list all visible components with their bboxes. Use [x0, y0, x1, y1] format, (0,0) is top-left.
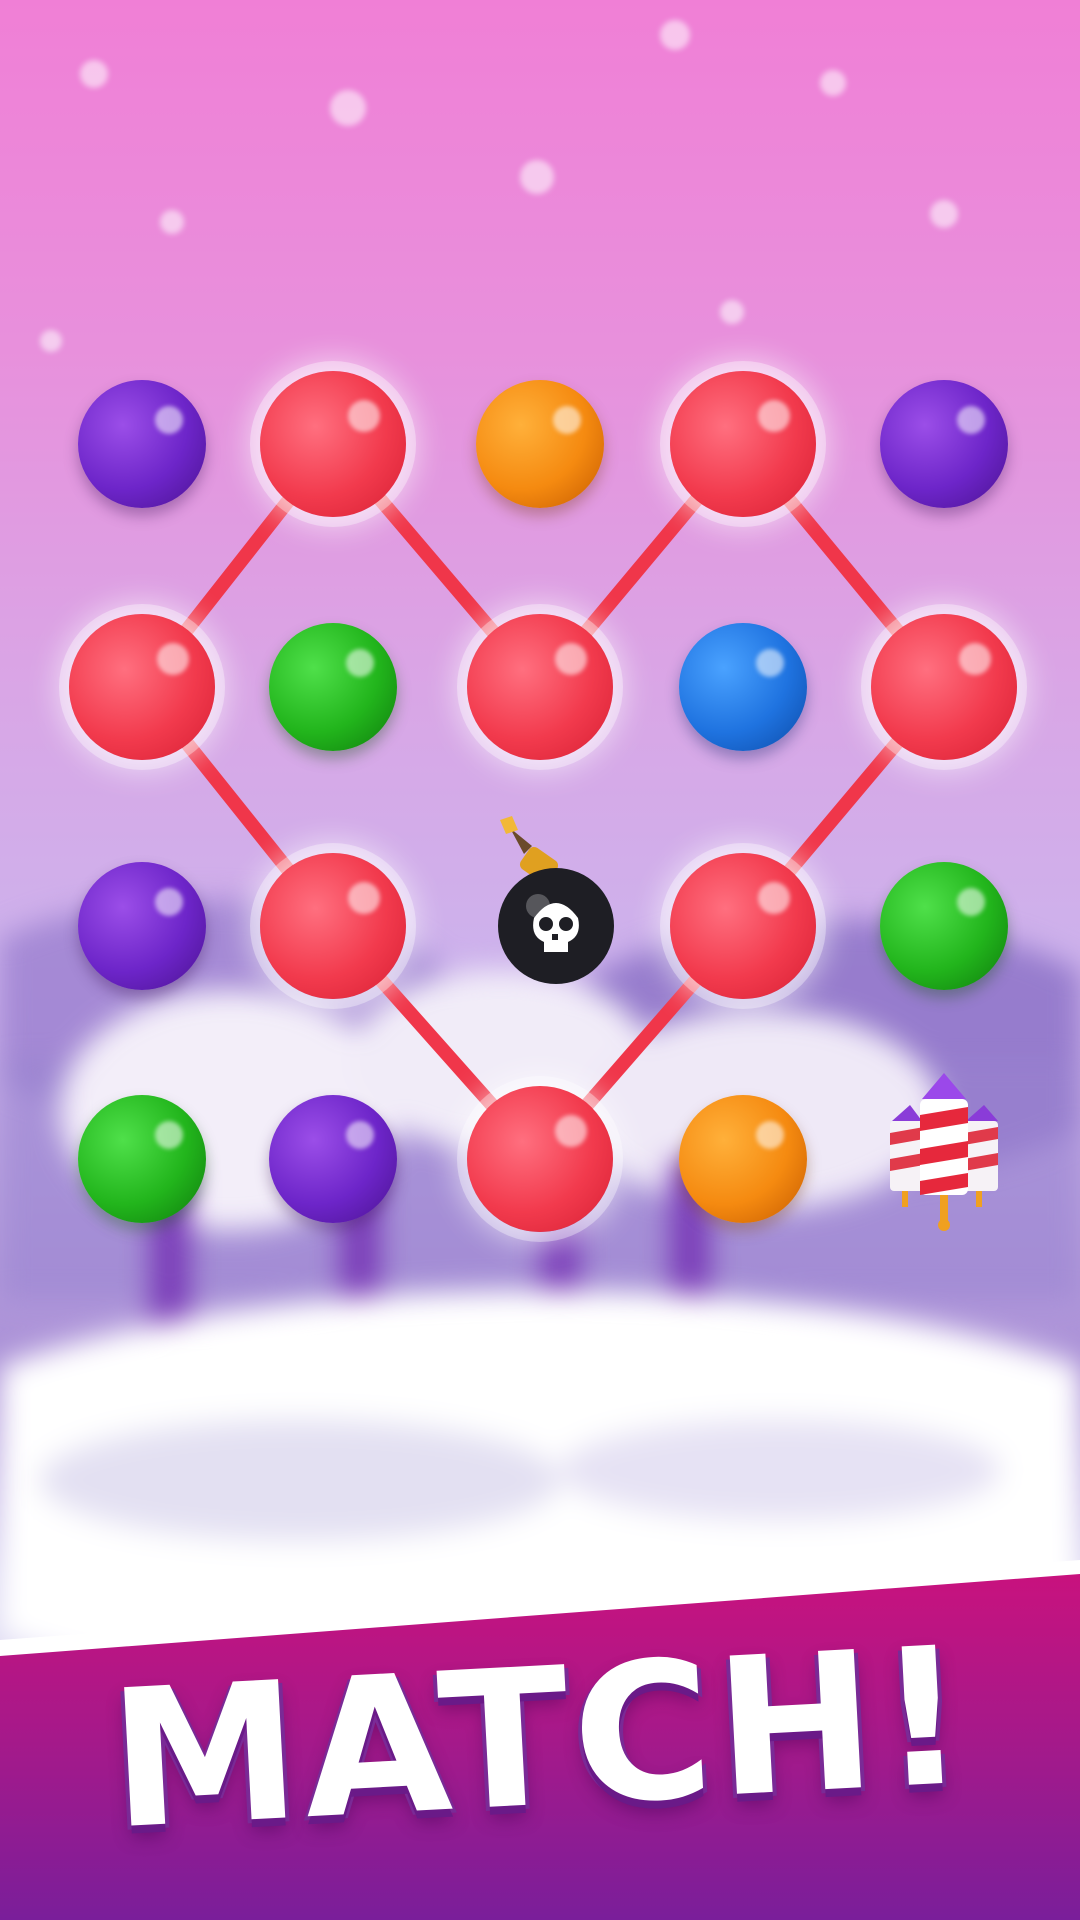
game-board-screen: MATCH!	[0, 0, 1080, 1920]
